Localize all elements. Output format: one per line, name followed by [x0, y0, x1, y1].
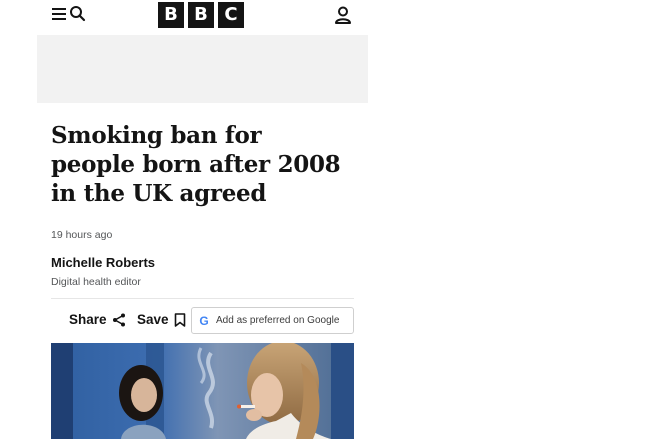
- article-headline: Smoking ban for people born after 2008 i…: [51, 122, 341, 207]
- logo-letter: B: [158, 2, 184, 28]
- logo-letter: C: [218, 2, 244, 28]
- save-button[interactable]: Save: [137, 311, 186, 329]
- share-icon: [112, 313, 125, 327]
- author-name: Michelle Roberts: [51, 255, 156, 270]
- mobile-viewport: B B C Smoking ban for people born after …: [37, 0, 368, 439]
- add-preferred-google-button[interactable]: G Add as preferred on Google: [191, 307, 354, 334]
- menu-icon: [52, 7, 66, 20]
- page: B B C Smoking ban for people born after …: [0, 0, 654, 439]
- article-hero-image: [51, 343, 354, 439]
- bookmark-icon: [174, 313, 185, 327]
- bbc-logo[interactable]: B B C: [158, 2, 244, 28]
- save-label: Save: [137, 312, 169, 327]
- logo-letter: B: [188, 2, 214, 28]
- article-timestamp: 19 hours ago: [51, 229, 113, 241]
- share-button[interactable]: Share: [69, 311, 126, 329]
- divider: [51, 298, 354, 299]
- account-button[interactable]: [333, 5, 353, 30]
- share-label: Share: [69, 312, 107, 327]
- account-icon: [335, 6, 351, 24]
- search-icon: [70, 6, 86, 22]
- article-actions: Share Save G Add as preferred on Google: [51, 307, 354, 335]
- advertisement-placeholder: [37, 35, 368, 103]
- top-navigation-bar: B B C: [37, 0, 368, 34]
- google-button-label: Add as preferred on Google: [216, 315, 340, 326]
- google-g-icon: G: [199, 313, 209, 328]
- author-role: Digital health editor: [51, 276, 141, 288]
- menu-search-button[interactable]: [51, 5, 86, 22]
- hero-photo: [51, 343, 354, 439]
